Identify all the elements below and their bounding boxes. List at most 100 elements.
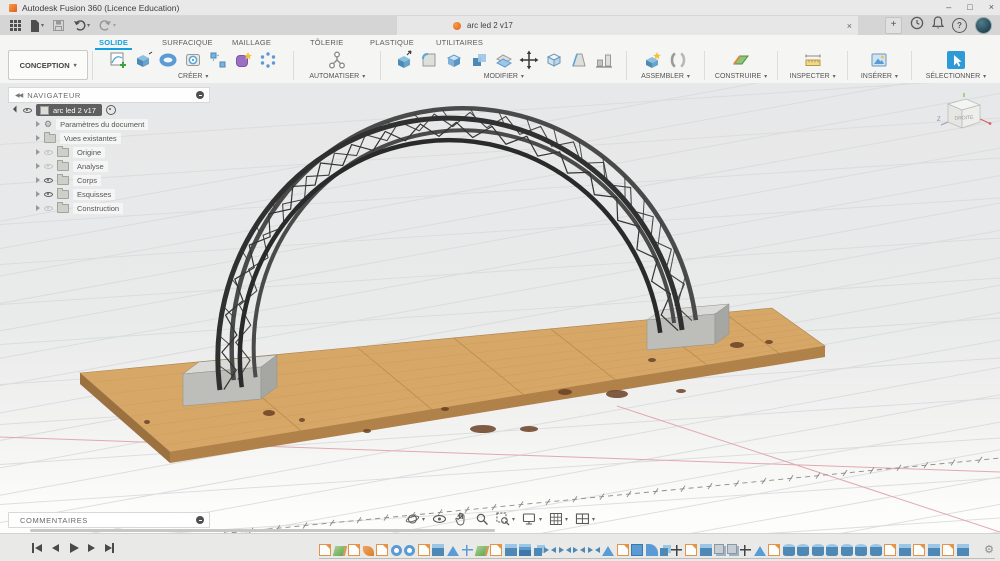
timeline-joint-icon[interactable] xyxy=(558,544,571,556)
save-icon[interactable] xyxy=(53,20,65,31)
group-label-inserer[interactable]: INSÉRER ▾ xyxy=(852,73,907,80)
timeline-joint-icon[interactable] xyxy=(587,544,600,556)
timeline-extrude-icon[interactable] xyxy=(927,544,940,556)
zoom-icon[interactable] xyxy=(475,512,489,526)
notifications-bell-icon[interactable] xyxy=(931,16,945,35)
tab-utilitaires[interactable]: UTILITAIRES xyxy=(432,37,487,48)
navigator-item-label[interactable]: Construction xyxy=(73,202,124,214)
timeline-extrude-icon[interactable] xyxy=(432,544,444,556)
navigator-panel-header[interactable]: ◀◀ NAVIGATEUR xyxy=(8,87,210,103)
timeline-sketch-icon[interactable] xyxy=(319,544,331,556)
group-label-modifier[interactable]: MODIFIER ▾ xyxy=(385,73,622,80)
visibility-eye-icon[interactable] xyxy=(44,162,53,171)
display-settings-icon[interactable]: ▾ xyxy=(522,512,542,526)
timeline-sketch-icon[interactable] xyxy=(348,544,360,556)
timeline-joint-icon[interactable] xyxy=(573,544,585,556)
timeline-sketch-icon[interactable] xyxy=(768,544,780,556)
timeline-cyl-icon[interactable] xyxy=(826,544,838,556)
navigator-item-label[interactable]: Esquisses xyxy=(73,188,116,200)
scale-icon[interactable] xyxy=(543,49,565,71)
timeline-combine-icon[interactable] xyxy=(660,548,668,556)
step-forward-button[interactable] xyxy=(86,543,96,553)
timeline-plane-icon[interactable] xyxy=(474,546,489,556)
timeline-cyl-icon[interactable] xyxy=(869,544,882,556)
hole-icon[interactable] xyxy=(182,49,204,71)
collapse-panel-icon[interactable]: ◀◀ xyxy=(15,92,23,99)
expand-arrow-icon[interactable] xyxy=(36,191,40,197)
timeline-loft-icon[interactable] xyxy=(602,546,614,556)
timeline-shell-icon[interactable] xyxy=(519,544,531,556)
timeline-sketch-icon[interactable] xyxy=(884,544,896,556)
timeline-sketch-icon[interactable] xyxy=(685,544,697,556)
file-menu-caret[interactable]: ▾ xyxy=(41,22,44,29)
panel-options-icon[interactable] xyxy=(196,91,204,99)
timeline-cyl-icon[interactable] xyxy=(797,544,809,556)
timeline-sketch-icon[interactable] xyxy=(490,544,502,556)
timeline-revolve-icon[interactable] xyxy=(404,545,415,556)
extrude-icon[interactable] xyxy=(132,49,154,71)
group-label-assembler[interactable]: ASSEMBLER ▾ xyxy=(631,73,700,80)
timeline-move-icon[interactable] xyxy=(739,544,751,556)
view-cube[interactable]: Z DROITE xyxy=(934,89,994,141)
timeline-move-icon[interactable] xyxy=(670,544,683,556)
navigator-item-label[interactable]: Paramètres du document xyxy=(56,118,149,130)
timeline-copy-icon[interactable] xyxy=(726,544,737,554)
timeline-box-icon[interactable] xyxy=(631,544,643,556)
timeline-cyl-icon[interactable] xyxy=(782,544,795,556)
timeline-form-icon[interactable] xyxy=(362,546,374,556)
timeline-loft-icon[interactable] xyxy=(753,546,766,556)
timeline-extrude-icon[interactable] xyxy=(504,544,517,556)
timeline-extrude-icon[interactable] xyxy=(898,544,911,556)
timeline-sketch-icon[interactable] xyxy=(376,544,388,556)
close-window-button[interactable]: × xyxy=(989,0,994,15)
go-to-end-button[interactable] xyxy=(104,542,114,553)
orbit-icon[interactable]: ▾ xyxy=(405,512,425,526)
pattern-icon[interactable] xyxy=(207,49,229,71)
look-at-icon[interactable] xyxy=(432,512,447,526)
timeline-copy-icon[interactable] xyxy=(714,544,724,554)
navigator-item-label[interactable]: Corps xyxy=(73,174,102,186)
group-label-inspecter[interactable]: INSPECTER ▾ xyxy=(782,73,843,80)
timeline-zoom-strip[interactable] xyxy=(30,529,495,532)
timeline-loft-icon[interactable] xyxy=(446,546,459,556)
viewport-3d[interactable]: ◀◀ NAVIGATEUR arc led 2 v17 ⚙ Paramètres … xyxy=(0,83,1000,533)
timeline-cyl-icon[interactable] xyxy=(811,544,824,556)
align-icon[interactable] xyxy=(593,49,615,71)
insert-image-icon[interactable] xyxy=(868,49,890,71)
document-tab-close-icon[interactable]: × xyxy=(847,21,852,31)
navigator-item-corps[interactable]: Corps xyxy=(14,173,148,187)
conception-workspace-button[interactable]: CONCEPTION ▾ xyxy=(8,50,89,80)
construction-plane-icon[interactable] xyxy=(730,49,752,71)
combine-icon[interactable] xyxy=(468,49,490,71)
visibility-eye-icon[interactable] xyxy=(23,106,32,115)
root-component-pill[interactable]: arc led 2 v17 xyxy=(36,104,102,116)
timeline-pattern-icon[interactable] xyxy=(461,544,473,556)
timeline-cyl-icon[interactable] xyxy=(840,544,853,556)
automate-icon[interactable] xyxy=(326,49,348,71)
navigator-item-param-tres-du-document[interactable]: ⚙ Paramètres du document xyxy=(14,117,149,131)
file-menu-icon[interactable]: ▾ xyxy=(30,19,44,32)
move-icon[interactable] xyxy=(518,49,540,71)
expand-arrow-icon[interactable] xyxy=(36,205,40,211)
group-label-automatiser[interactable]: AUTOMATISER ▾ xyxy=(298,73,376,80)
help-icon[interactable]: ? xyxy=(952,18,967,33)
redo-caret[interactable]: ▾ xyxy=(113,22,116,29)
document-tab[interactable]: arc led 2 v17 × xyxy=(397,16,858,35)
timeline-sketch-icon[interactable] xyxy=(616,544,629,556)
timeline-extrude-icon[interactable] xyxy=(956,544,969,556)
profile-avatar[interactable] xyxy=(975,17,992,34)
data-panel-icon[interactable] xyxy=(10,20,21,31)
timeline-joint-icon[interactable] xyxy=(544,544,556,556)
measure-icon[interactable] xyxy=(802,49,824,71)
timeline-plane-icon[interactable] xyxy=(332,546,347,556)
timeline-revolve-icon[interactable] xyxy=(390,545,402,556)
viewports-icon[interactable]: ▾ xyxy=(575,512,595,526)
fillet-icon[interactable] xyxy=(418,49,440,71)
expand-arrow-icon[interactable] xyxy=(36,177,40,183)
undo-icon[interactable]: ▾ xyxy=(73,20,90,31)
joint-icon[interactable] xyxy=(667,49,689,71)
undo-caret[interactable]: ▾ xyxy=(87,22,90,29)
shell-icon[interactable] xyxy=(443,49,465,71)
step-back-button[interactable] xyxy=(50,543,60,553)
visibility-eye-icon[interactable] xyxy=(44,148,53,157)
